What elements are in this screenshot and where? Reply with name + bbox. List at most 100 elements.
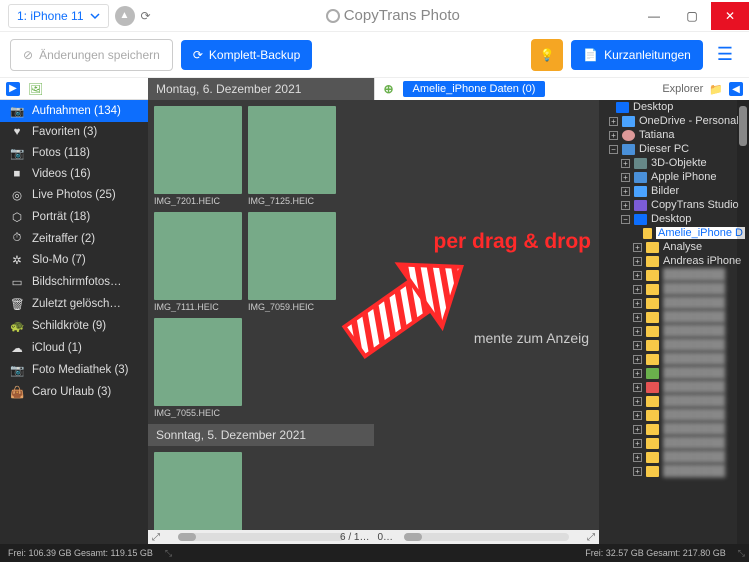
category-icon: ☁ bbox=[10, 341, 24, 355]
tree-item-user[interactable]: +Tatiana bbox=[599, 128, 749, 142]
close-button[interactable]: ✕ bbox=[711, 2, 749, 30]
scroll-thumb[interactable] bbox=[178, 533, 196, 541]
collapse-button[interactable]: ◀ bbox=[729, 82, 743, 96]
tree-item[interactable]: +████████ bbox=[599, 338, 749, 352]
tree-item-bilder[interactable]: +Bilder bbox=[599, 184, 749, 198]
scroll-thumb[interactable] bbox=[404, 533, 422, 541]
titlebar: 1: iPhone 11 ▲ ⟳ CopyTrans Photo — ▢ ✕ bbox=[0, 0, 749, 32]
tree-item[interactable]: +████████ bbox=[599, 464, 749, 478]
sidebar-category[interactable]: ⬡ Porträt (18) bbox=[0, 206, 148, 228]
zoom-icon[interactable]: ⤢ bbox=[152, 532, 160, 543]
tree-item[interactable]: +████████ bbox=[599, 296, 749, 310]
tree-item[interactable]: +████████ bbox=[599, 450, 749, 464]
menu-button[interactable]: ☰ bbox=[711, 44, 739, 65]
tree-item-andreas[interactable]: +Andreas iPhone bbox=[599, 254, 749, 268]
tree-item-desktop[interactable]: Desktop bbox=[599, 100, 749, 114]
mid-scrollbar[interactable]: ⤢ 6 / 1… bbox=[148, 530, 374, 544]
view-photos-tab[interactable]: 🖼 bbox=[28, 82, 43, 96]
hint-button[interactable]: 💡 bbox=[531, 39, 563, 71]
thumbnail[interactable]: IMG_7059.HEIC bbox=[248, 212, 336, 312]
quick-guides-button[interactable]: 📄 Kurzanleitungen bbox=[571, 40, 703, 70]
tree-item-thispc[interactable]: −Dieser PC bbox=[599, 142, 749, 156]
save-changes-button[interactable]: ⊘ Änderungen speichern bbox=[10, 39, 173, 71]
expand-icon[interactable]: ⤢ bbox=[587, 532, 595, 543]
tree-item[interactable]: +████████ bbox=[599, 268, 749, 282]
category-label: Foto Mediathek (3) bbox=[32, 364, 129, 376]
resize-handle-right[interactable]: ⤡ bbox=[734, 548, 749, 559]
status-left: Frei: 106.39 GB Gesamt: 119.15 GB bbox=[0, 548, 161, 558]
sidebar-category[interactable]: ▭Bildschirmfotos… bbox=[0, 271, 148, 293]
drop-body[interactable]: per drag & drop mente zum Anzeig bbox=[374, 100, 600, 530]
tree-item[interactable]: +████████ bbox=[599, 366, 749, 380]
sidebar-category[interactable]: 📷Aufnahmen (134) bbox=[0, 100, 148, 122]
thumb-row-1: IMG_7201.HEIC IMG_7125.HEIC IMG_7111.HEI… bbox=[148, 100, 374, 424]
category-icon: ⏱ bbox=[10, 232, 24, 245]
tree-item-onedrive[interactable]: +OneDrive - Personal bbox=[599, 114, 749, 128]
sidebar-category[interactable]: ⏱Zeitraffer (2) bbox=[0, 228, 148, 249]
backup-label: Komplett-Backup bbox=[209, 48, 300, 62]
category-label: Live Photos (25) bbox=[32, 189, 116, 201]
target-folder-tag[interactable]: Amelie_iPhone Daten (0) bbox=[403, 81, 546, 97]
drop-scrollbar[interactable]: 0… ⤢ bbox=[374, 530, 600, 544]
sidebar-category[interactable]: ♥Favoriten (3) bbox=[0, 122, 148, 142]
category-icon: 👜 bbox=[10, 385, 24, 399]
maximize-button[interactable]: ▢ bbox=[673, 2, 711, 30]
sidebar-category[interactable]: 📷Fotos (118) bbox=[0, 142, 148, 164]
category-label: Favoriten (3) bbox=[32, 126, 97, 138]
tree-item[interactable]: +████████ bbox=[599, 380, 749, 394]
sidebar-category[interactable]: 👜 Caro Urlaub (3) bbox=[0, 381, 148, 403]
sidebar-category[interactable]: 🗑Zuletzt gelösch… bbox=[0, 293, 148, 315]
annotation-text: per drag & drop bbox=[434, 230, 592, 254]
thumbnail[interactable]: IMG_7111.HEIC bbox=[154, 212, 242, 312]
tree-item-desktop2[interactable]: −Desktop bbox=[599, 212, 749, 226]
eject-button[interactable]: ▲ bbox=[115, 6, 135, 26]
device-label: 1: iPhone 11 bbox=[17, 9, 84, 23]
thumbnail[interactable]: IMG_7125.HEIC bbox=[248, 106, 336, 206]
category-label: Schildkröte (9) bbox=[32, 320, 106, 332]
sidebar-category[interactable]: 📷Foto Mediathek (3) bbox=[0, 359, 148, 381]
tree-item-analyse[interactable]: +Analyse bbox=[599, 240, 749, 254]
tree-item[interactable]: +████████ bbox=[599, 436, 749, 450]
folder-icon[interactable]: 📁 bbox=[709, 83, 723, 96]
drop-header: ⊕ Amelie_iPhone Daten (0) bbox=[374, 78, 600, 100]
tree-item-copytrans-studio[interactable]: +CopyTrans Studio bbox=[599, 198, 749, 212]
status-bar: Frei: 106.39 GB Gesamt: 119.15 GB ⤡ Frei… bbox=[0, 544, 749, 562]
sidebar-category[interactable]: 🐢Schildkröte (9) bbox=[0, 315, 148, 337]
category-icon: ⬡ bbox=[10, 210, 24, 224]
add-folder-button[interactable]: ⊕ bbox=[379, 79, 399, 99]
thumbnail[interactable]: IMG_7055.HEIC bbox=[154, 318, 242, 418]
save-label: Änderungen speichern bbox=[39, 48, 160, 62]
view-list-tab[interactable]: ▶ bbox=[6, 82, 20, 96]
tree-item-apple-iphone[interactable]: +Apple iPhone bbox=[599, 170, 749, 184]
reload-button[interactable]: ⟳ bbox=[141, 9, 151, 23]
category-label: Videos (16) bbox=[32, 168, 91, 180]
save-icon: ⊘ bbox=[23, 48, 33, 62]
drop-count: 0… bbox=[378, 532, 394, 543]
category-icon: ✲ bbox=[10, 253, 24, 267]
tree-vscrollbar[interactable] bbox=[737, 100, 749, 544]
sidebar-category[interactable]: ☁iCloud (1) bbox=[0, 337, 148, 359]
tree-item[interactable]: +████████ bbox=[599, 282, 749, 296]
sidebar-category[interactable]: ◎ Live Photos (25) bbox=[0, 184, 148, 206]
category-label: Caro Urlaub (3) bbox=[32, 386, 111, 398]
sidebar-category[interactable]: ✲Slo-Mo (7) bbox=[0, 249, 148, 271]
device-selector[interactable]: 1: iPhone 11 bbox=[8, 4, 109, 28]
tree-item[interactable]: +████████ bbox=[599, 352, 749, 366]
explorer-header: Explorer 📁 ◀ bbox=[599, 78, 749, 100]
toolbar: ⊘ Änderungen speichern ⟳ Komplett-Backup… bbox=[0, 32, 749, 78]
tree-item-amelie[interactable]: Amelie_iPhone D bbox=[599, 226, 749, 240]
full-backup-button[interactable]: ⟳ Komplett-Backup bbox=[181, 40, 312, 70]
tree-item-3dobjects[interactable]: +3D-Objekte bbox=[599, 156, 749, 170]
sidebar-category[interactable]: ■Videos (16) bbox=[0, 164, 148, 184]
tree-item[interactable]: +████████ bbox=[599, 408, 749, 422]
thumbnail[interactable]: IMG_7201.HEIC bbox=[154, 106, 242, 206]
tree-item[interactable]: +████████ bbox=[599, 324, 749, 338]
tree-item[interactable]: +████████ bbox=[599, 394, 749, 408]
category-label: Porträt (18) bbox=[32, 211, 90, 223]
minimize-button[interactable]: — bbox=[635, 2, 673, 30]
category-icon: ◎ bbox=[10, 188, 24, 202]
tree-item[interactable]: +████████ bbox=[599, 310, 749, 324]
category-label: Zuletzt gelösch… bbox=[32, 298, 121, 310]
tree-item[interactable]: +████████ bbox=[599, 422, 749, 436]
drop-hint-text: mente zum Anzeig bbox=[474, 330, 589, 346]
